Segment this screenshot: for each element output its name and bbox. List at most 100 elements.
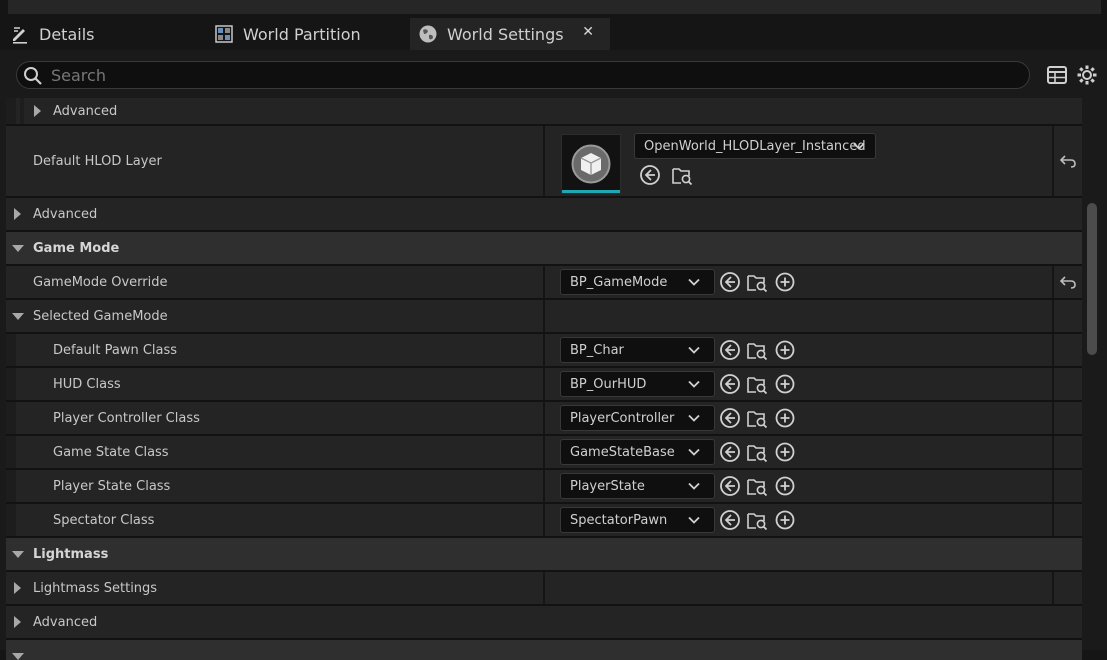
column-splitter[interactable] xyxy=(543,402,545,434)
row-label: Advanced xyxy=(53,103,118,119)
game-state-class-combo[interactable]: GameStateBase xyxy=(560,439,715,465)
expand-arrow-icon[interactable] xyxy=(14,616,21,628)
add-icon[interactable] xyxy=(774,271,796,293)
collapse-arrow-icon[interactable] xyxy=(12,551,24,558)
column-splitter[interactable] xyxy=(543,504,545,536)
indent-guide xyxy=(6,334,16,366)
indent-guide xyxy=(6,436,16,468)
chevron-down-icon xyxy=(688,346,700,354)
indent-guide xyxy=(20,98,24,124)
add-icon[interactable] xyxy=(774,441,796,463)
column-splitter[interactable] xyxy=(543,470,545,502)
lightmass-settings-row[interactable]: Lightmass Settings xyxy=(6,572,1082,606)
spectator-class-combo[interactable]: SpectatorPawn xyxy=(560,507,715,533)
hud-class-row: HUD Class BP_OurHUD xyxy=(6,368,1082,402)
column-splitter[interactable] xyxy=(543,300,545,332)
tab-world-settings[interactable]: World Settings ✕ xyxy=(410,18,610,50)
search-box[interactable] xyxy=(16,61,1030,89)
gamemode-override-combo[interactable]: BP_GameMode xyxy=(560,269,715,295)
globe-icon xyxy=(418,24,438,44)
next-category-partial[interactable] xyxy=(6,640,1082,660)
row-label: Default HLOD Layer xyxy=(33,153,162,169)
column-splitter[interactable] xyxy=(543,126,545,196)
collapse-arrow-icon[interactable] xyxy=(12,653,24,660)
add-icon[interactable] xyxy=(774,475,796,497)
use-selected-arrow-icon[interactable] xyxy=(719,271,741,293)
use-selected-arrow-icon[interactable] xyxy=(719,475,741,497)
column-splitter-right xyxy=(1052,300,1054,332)
advanced-bottom-row[interactable]: Advanced xyxy=(6,606,1082,640)
hud-class-combo[interactable]: BP_OurHUD xyxy=(560,371,715,397)
browse-folder-icon[interactable] xyxy=(746,509,768,531)
collapse-arrow-icon[interactable] xyxy=(12,245,24,252)
vertical-scrollbar-thumb[interactable] xyxy=(1087,203,1097,355)
indent-guide xyxy=(6,504,16,536)
collapse-arrow-icon[interactable] xyxy=(12,313,24,320)
expand-arrow-icon[interactable] xyxy=(14,208,21,220)
player-controller-class-row: Player Controller Class PlayerController xyxy=(6,402,1082,436)
search-icon xyxy=(23,66,43,86)
browse-folder-icon[interactable] xyxy=(746,373,768,395)
use-selected-arrow-icon[interactable] xyxy=(639,164,661,186)
asset-thumbnail[interactable] xyxy=(561,134,621,194)
add-icon[interactable] xyxy=(774,339,796,361)
combo-value: OpenWorld_HLODLayer_Instanced xyxy=(644,138,866,154)
default-pawn-class-combo[interactable]: BP_Char xyxy=(560,337,715,363)
player-controller-class-combo[interactable]: PlayerController xyxy=(560,405,715,431)
use-selected-arrow-icon[interactable] xyxy=(719,441,741,463)
row-label: GameMode Override xyxy=(33,274,168,290)
game-mode-category[interactable]: Game Mode xyxy=(6,232,1082,266)
expand-arrow-icon[interactable] xyxy=(14,582,21,594)
row-label: Game State Class xyxy=(53,444,169,460)
close-tab-button[interactable]: ✕ xyxy=(582,24,594,40)
browse-folder-icon[interactable] xyxy=(671,164,693,186)
chevron-down-icon xyxy=(688,516,700,524)
use-selected-arrow-icon[interactable] xyxy=(719,339,741,361)
combo-value: GameStateBase xyxy=(570,444,675,460)
use-selected-arrow-icon[interactable] xyxy=(719,407,741,429)
selected-gamemode-row[interactable]: Selected GameMode xyxy=(6,300,1082,334)
tab-label: World Partition xyxy=(243,24,361,44)
player-state-class-combo[interactable]: PlayerState xyxy=(560,473,715,499)
reset-to-default-icon[interactable] xyxy=(1058,152,1078,172)
advanced-top-row[interactable]: Advanced xyxy=(6,98,1082,126)
lightmass-category[interactable]: Lightmass xyxy=(6,538,1082,572)
use-selected-arrow-icon[interactable] xyxy=(719,509,741,531)
top-strip-bar xyxy=(8,0,1101,14)
column-splitter[interactable] xyxy=(543,436,545,468)
tab-world-partition[interactable]: World Partition xyxy=(214,18,404,50)
column-splitter[interactable] xyxy=(543,266,545,298)
search-input[interactable] xyxy=(51,65,1011,85)
column-splitter-right xyxy=(1052,368,1054,400)
chevron-down-icon xyxy=(853,142,865,150)
browse-folder-icon[interactable] xyxy=(746,271,768,293)
tab-details[interactable]: Details xyxy=(10,18,200,50)
tab-label: Details xyxy=(39,24,95,44)
row-label: Spectator Class xyxy=(53,512,155,528)
add-icon[interactable] xyxy=(774,407,796,429)
default-pawn-class-row: Default Pawn Class BP_Char xyxy=(6,334,1082,368)
row-label: Lightmass Settings xyxy=(33,580,158,596)
asset-color-bar xyxy=(562,190,620,193)
use-selected-arrow-icon[interactable] xyxy=(719,373,741,395)
indent-guide xyxy=(6,402,16,434)
table-view-icon[interactable] xyxy=(1046,64,1068,86)
hlod-layer-combo[interactable]: OpenWorld_HLODLayer_Instanced xyxy=(634,133,876,159)
column-splitter[interactable] xyxy=(543,368,545,400)
column-splitter-right xyxy=(1052,504,1054,536)
add-icon[interactable] xyxy=(774,373,796,395)
browse-folder-icon[interactable] xyxy=(746,339,768,361)
expand-arrow-icon[interactable] xyxy=(34,105,41,117)
column-splitter[interactable] xyxy=(543,334,545,366)
tab-label: World Settings xyxy=(447,24,564,44)
column-splitter[interactable] xyxy=(543,572,545,604)
row-label: Advanced xyxy=(33,206,98,222)
browse-folder-icon[interactable] xyxy=(746,475,768,497)
column-splitter-right xyxy=(1052,402,1054,434)
advanced-row[interactable]: Advanced xyxy=(6,198,1082,232)
browse-folder-icon[interactable] xyxy=(746,407,768,429)
browse-folder-icon[interactable] xyxy=(746,441,768,463)
gear-icon[interactable] xyxy=(1076,64,1098,86)
reset-to-default-icon[interactable] xyxy=(1058,273,1078,293)
add-icon[interactable] xyxy=(774,509,796,531)
